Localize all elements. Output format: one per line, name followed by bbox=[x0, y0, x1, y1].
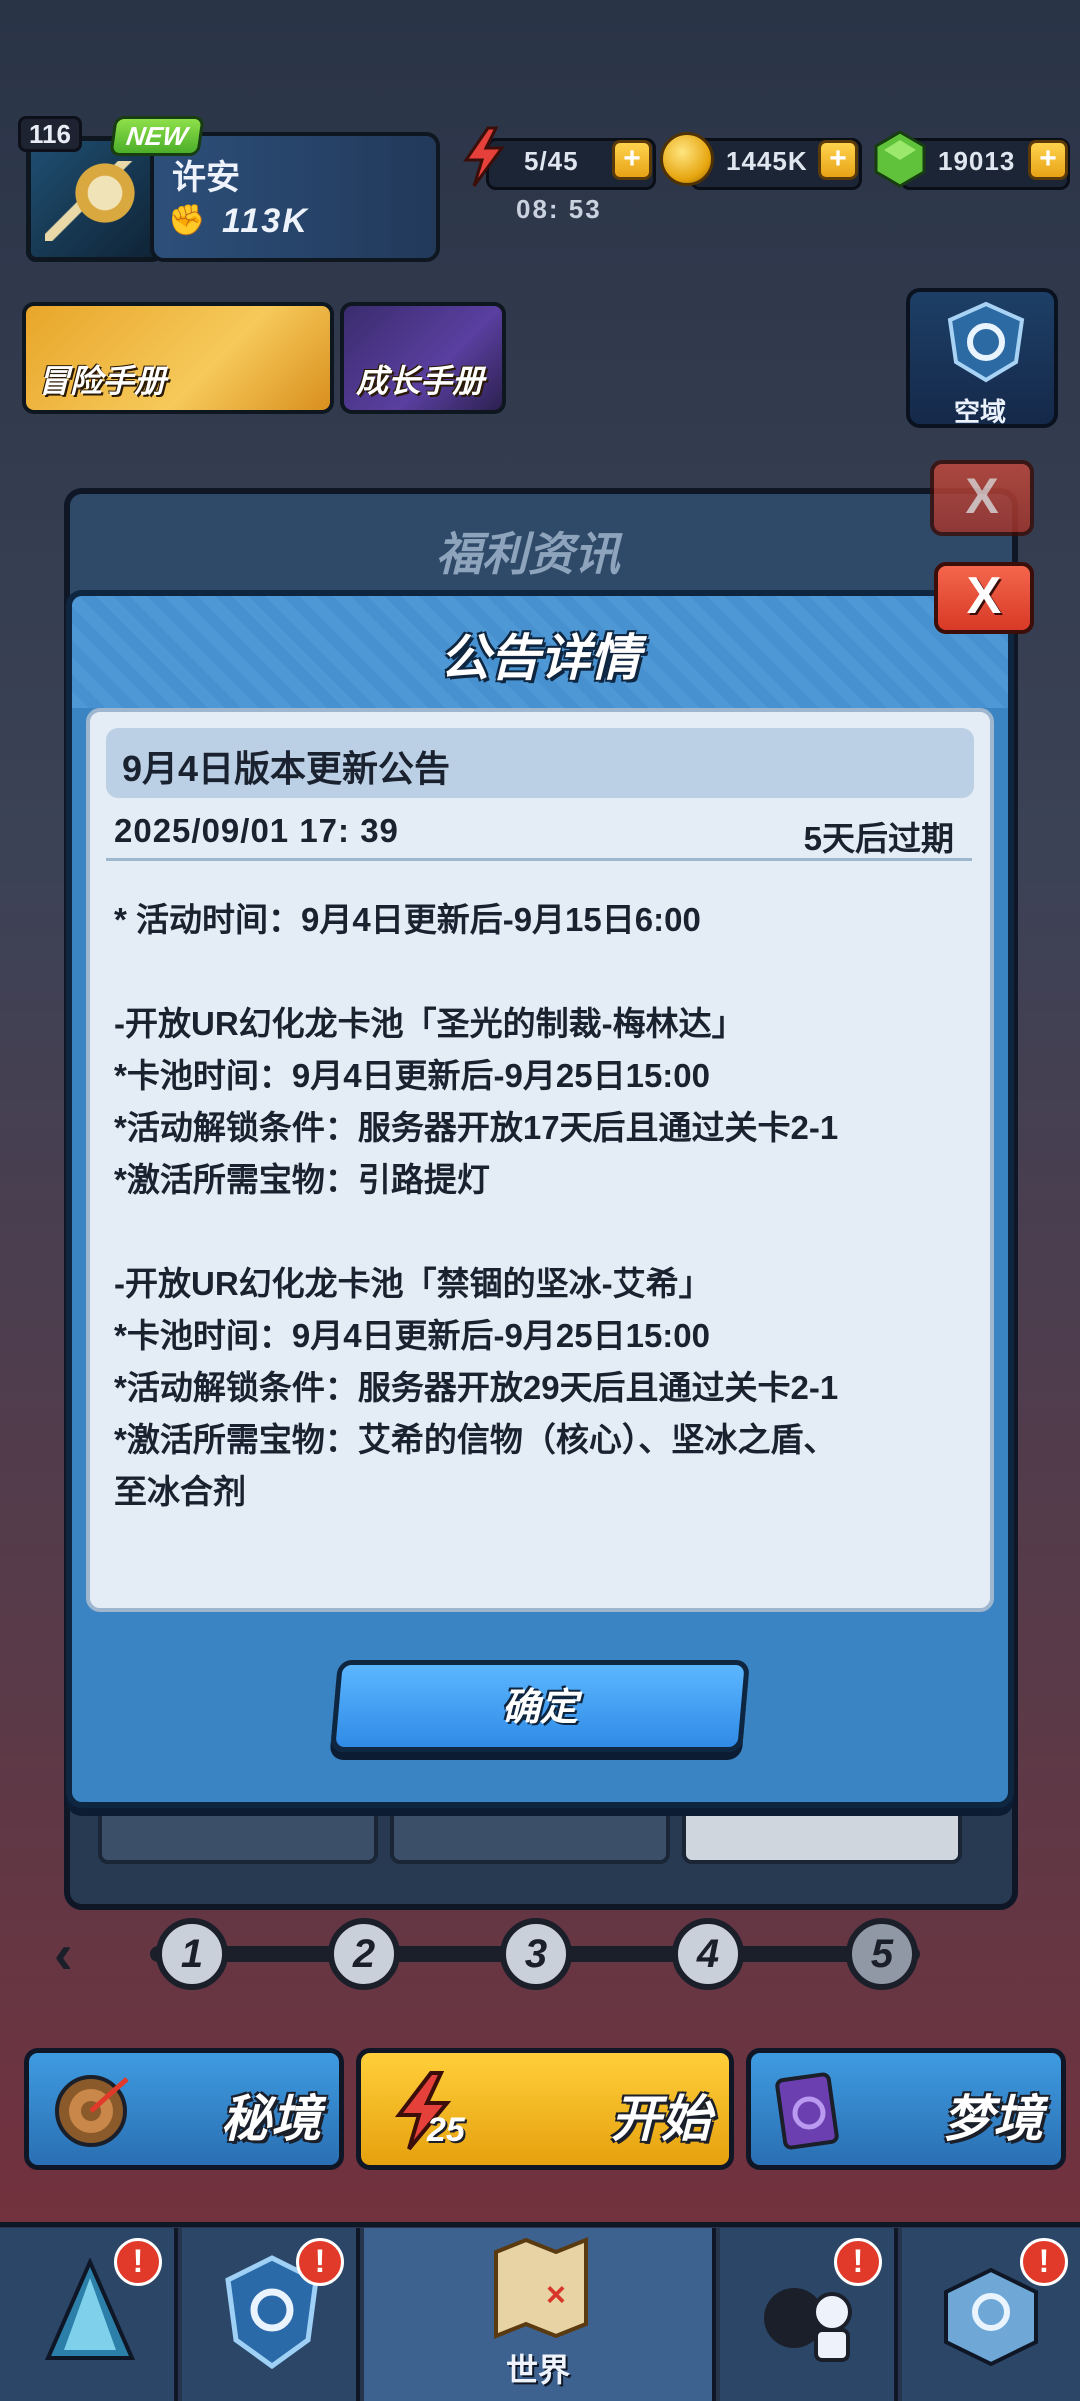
notice-line: 至冰合剂 bbox=[114, 1473, 246, 1510]
add-coins-button[interactable]: + bbox=[818, 140, 858, 180]
add-energy-button[interactable]: + bbox=[612, 140, 652, 180]
announcement-title: 公告详情 bbox=[440, 630, 640, 686]
notice-title: 9月4日版本更新公告 bbox=[122, 748, 451, 789]
dragon-portrait bbox=[45, 161, 145, 241]
confirm-label[interactable]: 确定 bbox=[334, 1676, 746, 1731]
adventure-book-label: 冒险手册 bbox=[38, 363, 167, 399]
notice-body: * 活动时间：9月4日更新后-9月15日6:00 -开放UR幻化龙卡池「圣光的制… bbox=[114, 894, 974, 1518]
shield-icon bbox=[947, 301, 1025, 383]
notice-date: 2025/09/01 17: 39 bbox=[114, 812, 399, 849]
divider bbox=[106, 858, 972, 861]
svg-text:×: × bbox=[546, 2276, 566, 2314]
nav-item-heroes[interactable]: ! bbox=[0, 2228, 178, 2401]
player-name: 许安 bbox=[172, 159, 240, 197]
notice-line: *卡池时间：9月4日更新后-9月25日15:00 bbox=[114, 1057, 710, 1094]
welfare-tab[interactable] bbox=[682, 1800, 962, 1864]
stage-node-3[interactable]: 3 bbox=[500, 1918, 572, 1990]
start-button[interactable]: 25 开始 bbox=[356, 2048, 734, 2170]
notice-line: -开放UR幻化龙卡池「禁锢的坚冰-艾希」 bbox=[114, 1265, 712, 1302]
add-gems-button[interactable]: + bbox=[1028, 140, 1068, 180]
fist-icon: ✊ bbox=[168, 204, 206, 237]
welfare-news-title: 福利资讯 bbox=[436, 528, 620, 580]
start-energy-cost: 25 bbox=[427, 2111, 465, 2149]
stage-node-1[interactable]: 1 bbox=[156, 1918, 228, 1990]
welfare-tab[interactable] bbox=[98, 1800, 378, 1864]
close-icon[interactable]: X bbox=[934, 562, 1034, 634]
player-power: 113K bbox=[222, 202, 309, 240]
notice-line: *卡池时间：9月4日更新后-9月25日15:00 bbox=[114, 1317, 710, 1354]
gem-value: 19013 bbox=[938, 146, 1016, 176]
player-level-badge: 116 bbox=[18, 116, 82, 152]
notice-line: *活动解锁条件：服务器开放29天后且通过关卡2-1 bbox=[114, 1369, 839, 1406]
growth-book-label: 成长手册 bbox=[356, 363, 485, 399]
nav-world-label: 世界 bbox=[505, 2352, 570, 2388]
dreamland-label: 梦境 bbox=[943, 2091, 1043, 2147]
welfare-tab[interactable] bbox=[390, 1800, 670, 1864]
secret-realm-button[interactable]: 秘境 bbox=[24, 2048, 344, 2170]
alert-badge: ! bbox=[296, 2238, 344, 2286]
notice-line bbox=[114, 946, 974, 998]
notice-line bbox=[114, 1206, 974, 1258]
energy-timer: 08: 53 bbox=[516, 194, 602, 224]
airspace-label: 空域 bbox=[954, 397, 1007, 427]
coin-value: 1445K bbox=[726, 146, 808, 176]
notice-line: *激活所需宝物：引路提灯 bbox=[114, 1161, 490, 1198]
alert-badge: ! bbox=[1020, 2238, 1068, 2286]
start-label: 开始 bbox=[611, 2091, 711, 2147]
map-icon: × bbox=[494, 2237, 588, 2339]
notice-line: * 活动时间：9月4日更新后-9月15日6:00 bbox=[114, 901, 701, 938]
alert-badge: ! bbox=[834, 2238, 882, 2286]
notice-expire: 5天后过期 bbox=[803, 820, 954, 857]
stage-node-5[interactable]: 5 bbox=[846, 1918, 918, 1990]
alert-badge: ! bbox=[114, 2238, 162, 2286]
energy-value: 5/45 bbox=[524, 146, 579, 176]
welfare-close-button[interactable]: X bbox=[930, 460, 1034, 536]
welfare-tabs bbox=[98, 1800, 964, 1870]
notice-line: *激活所需宝物：艾希的信物（核心）、坚冰之盾、 bbox=[114, 1421, 837, 1458]
nav-item-guild[interactable]: ! bbox=[182, 2228, 360, 2401]
card-icon bbox=[775, 2072, 839, 2150]
gem-icon bbox=[874, 130, 926, 188]
coin-icon bbox=[660, 132, 714, 186]
nav-item-world[interactable]: × 世界 bbox=[364, 2228, 716, 2401]
nav-item-characters[interactable]: ! bbox=[720, 2228, 898, 2401]
dreamland-button[interactable]: 梦境 bbox=[746, 2048, 1066, 2170]
energy-icon bbox=[463, 126, 505, 187]
notice-line: *活动解锁条件：服务器开放17天后且通过关卡2-1 bbox=[114, 1109, 839, 1146]
notice-line: -开放UR幻化龙卡池「圣光的制裁-梅林达」 bbox=[114, 1005, 745, 1042]
adventure-book-button[interactable]: 冒险手册 bbox=[22, 302, 334, 414]
nav-item-base[interactable]: ! bbox=[902, 2228, 1080, 2401]
stage-node-4[interactable]: 4 bbox=[672, 1918, 744, 1990]
chevron-left-icon[interactable]: ‹ bbox=[54, 1924, 94, 1984]
stage-node-2[interactable]: 2 bbox=[328, 1918, 400, 1990]
secret-realm-label: 秘境 bbox=[221, 2091, 321, 2147]
growth-book-button[interactable]: 成长手册 bbox=[340, 302, 506, 414]
target-icon bbox=[55, 2075, 129, 2147]
